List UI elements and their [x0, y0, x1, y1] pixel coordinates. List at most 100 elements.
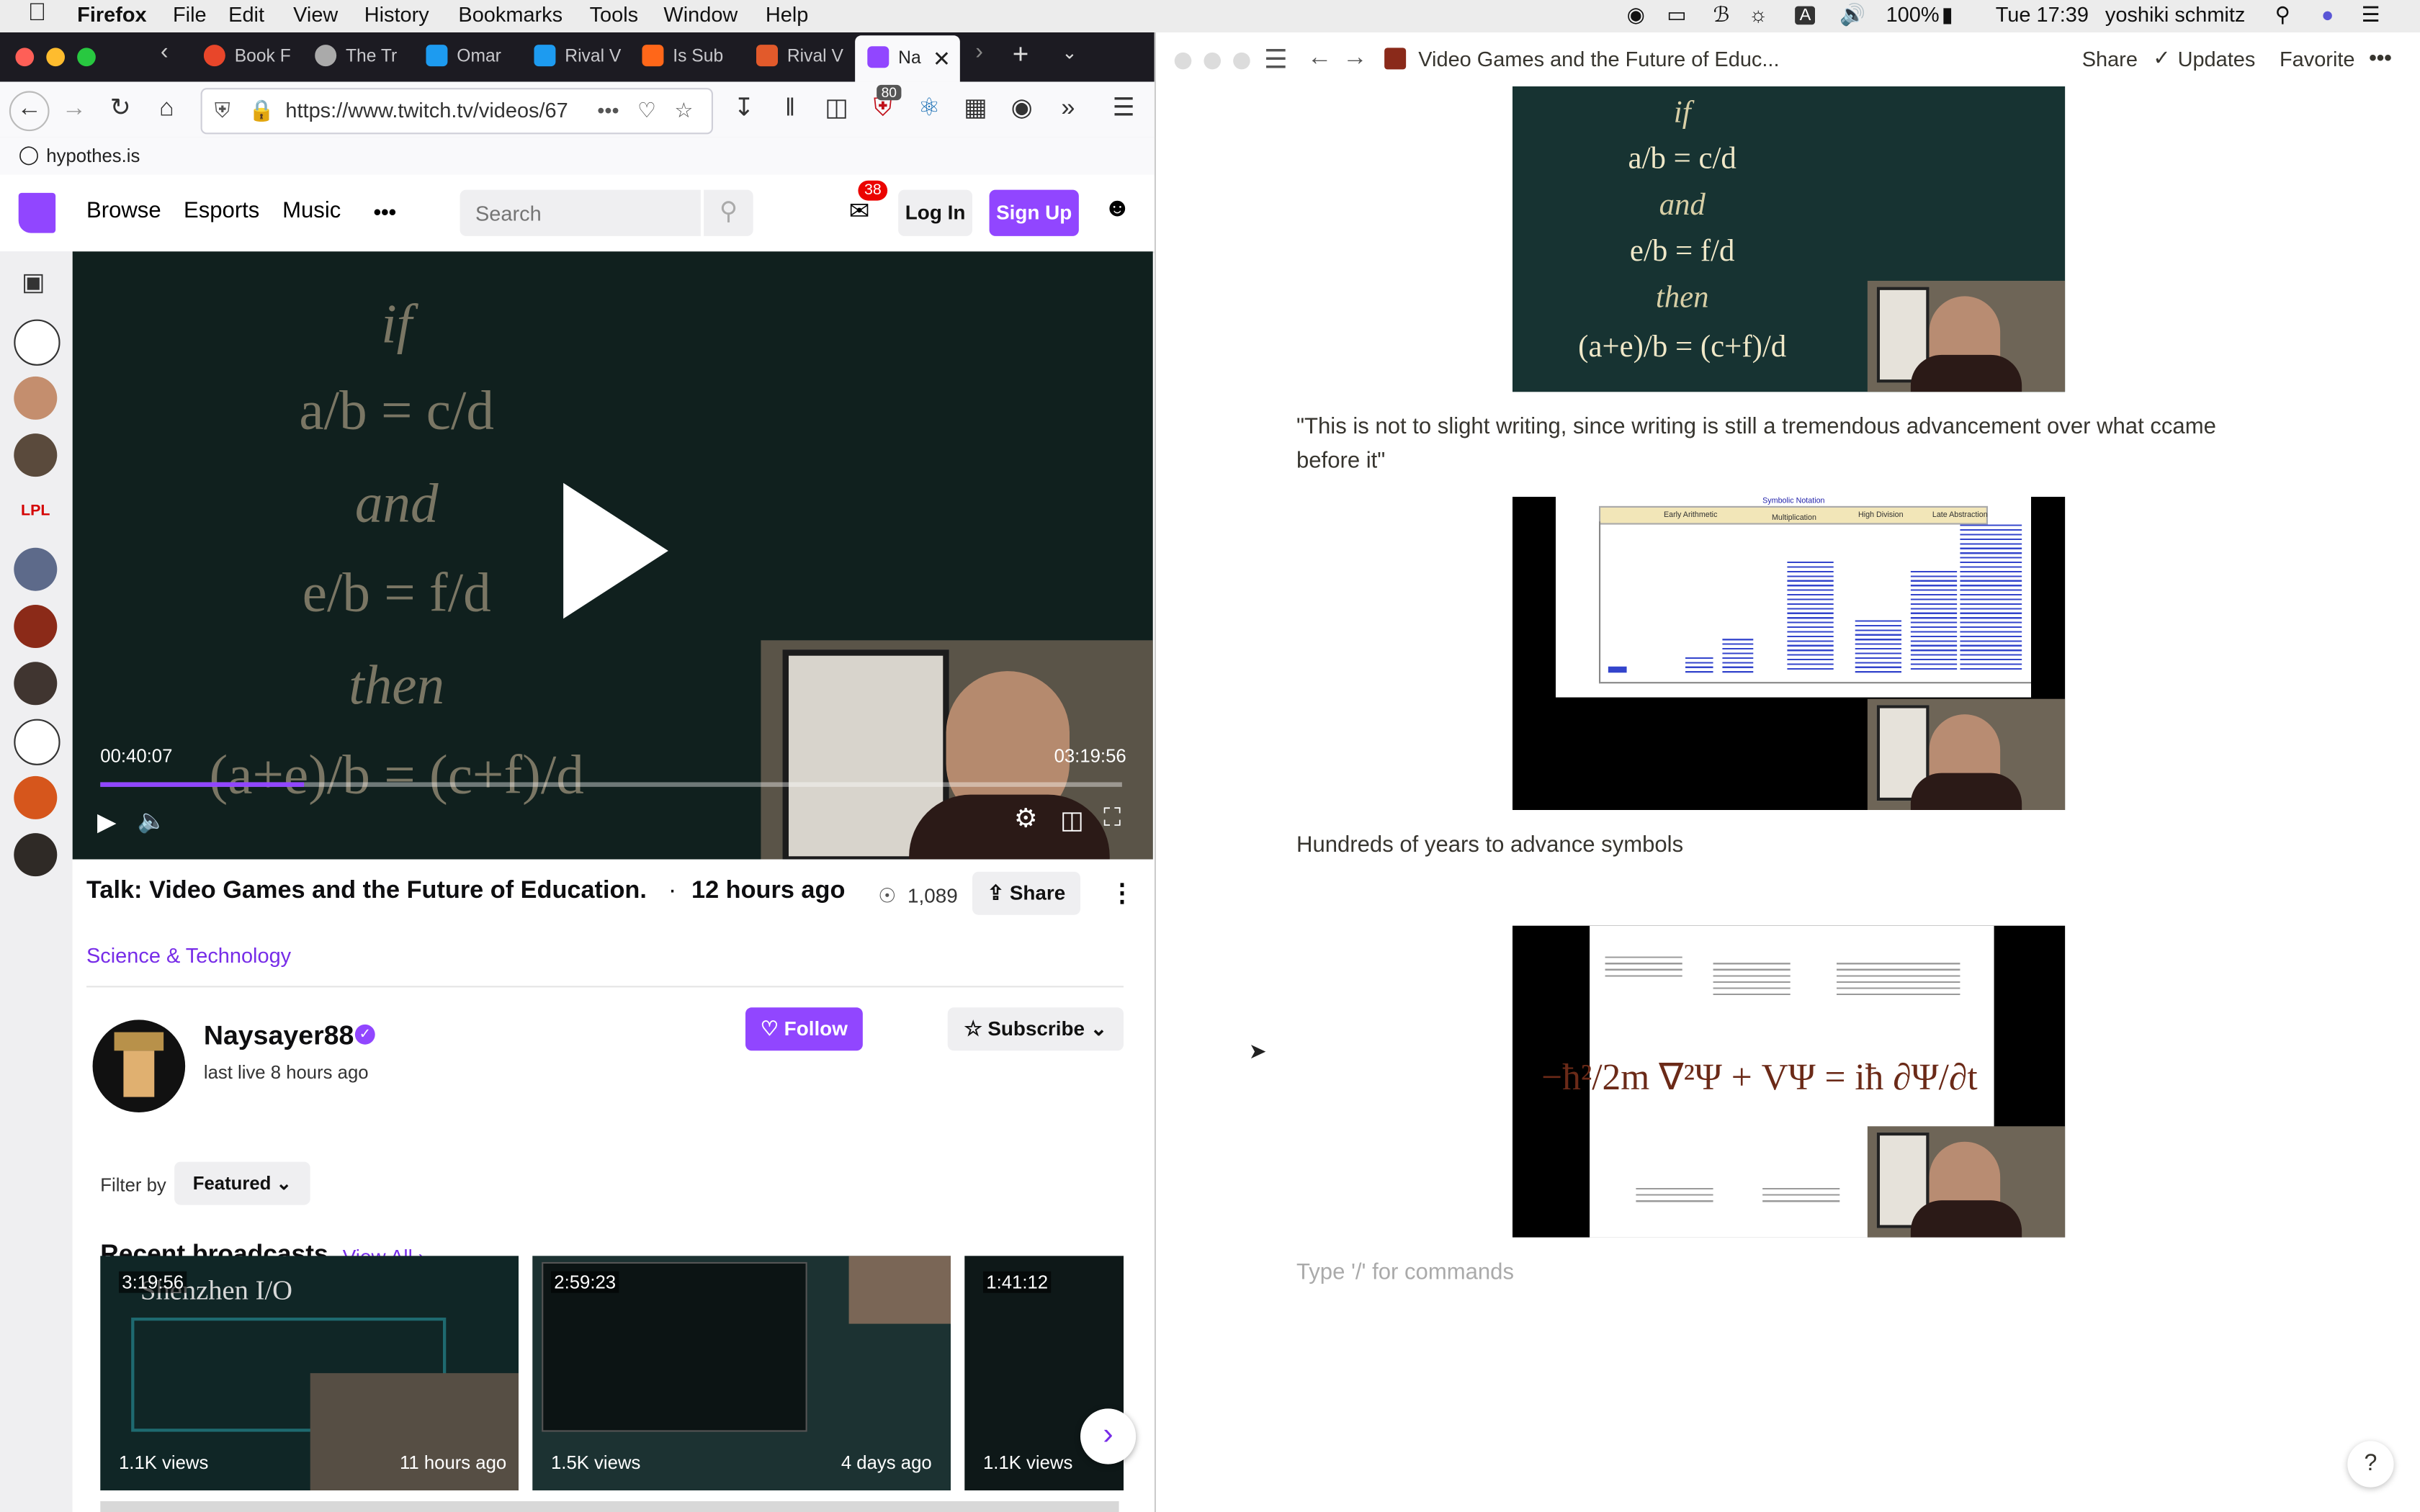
tab-omar[interactable]: Omar	[426, 39, 519, 76]
screen-icon[interactable]: ▭	[1667, 3, 1686, 27]
reload-icon[interactable]: ↻	[102, 91, 138, 127]
overflow-chevron-icon[interactable]: »	[1049, 91, 1086, 127]
menu-bookmarks[interactable]: Bookmarks	[458, 3, 563, 26]
download-icon[interactable]: ↧	[725, 91, 762, 127]
battery-percent[interactable]: 100%	[1886, 3, 1940, 26]
more-options-icon[interactable]: •••	[2369, 45, 2392, 69]
minimize-window-button[interactable]	[1204, 52, 1221, 70]
forward-icon[interactable]: →	[1343, 45, 1367, 73]
image-slide-symbol-timeline[interactable]: Symbolic Notation Early Arithmetic Multi…	[1512, 497, 2066, 810]
zoom-window-button[interactable]	[1233, 52, 1250, 70]
channel-avatar-5[interactable]	[14, 547, 58, 591]
search-input[interactable]	[460, 189, 701, 236]
apple-icon[interactable]: 	[28, 0, 47, 28]
menu-tools[interactable]: Tools	[590, 3, 639, 26]
clock[interactable]: Tue 17:39	[1996, 3, 2089, 26]
channel-avatar-1[interactable]	[14, 319, 60, 366]
image-slide-schrodinger[interactable]: −ħ²/2m ∇²Ψ + VΨ = iħ ∂Ψ/∂t	[1512, 925, 2066, 1238]
page-actions-icon[interactable]: •••	[597, 89, 619, 132]
channel-avatar[interactable]	[92, 1020, 186, 1112]
forward-icon[interactable]: →	[55, 91, 92, 127]
volume-icon[interactable]: 🔊	[1839, 3, 1865, 27]
extensions-grid-icon[interactable]: ▦	[957, 91, 994, 127]
user-icon[interactable]: ☻	[1103, 193, 1131, 224]
help-button[interactable]: ?	[2347, 1441, 2394, 1488]
share-button[interactable]: ⇪ Share	[972, 871, 1080, 915]
back-icon[interactable]: ←	[9, 91, 50, 132]
user-name[interactable]: yoshiki schmitz	[2105, 3, 2246, 26]
channel-avatar-2[interactable]	[14, 376, 58, 420]
nav-more-icon[interactable]: •••	[374, 199, 397, 223]
play-icon[interactable]: ▶	[97, 807, 116, 838]
channel-avatar-6[interactable]	[14, 605, 58, 648]
tab-twitch-active[interactable]: Na ✕	[855, 35, 960, 82]
page-title[interactable]: Video Games and the Future of Educ...	[1418, 48, 1779, 71]
close-window-button[interactable]	[1174, 52, 1192, 70]
wifi-icon[interactable]: ☼	[1749, 3, 1768, 26]
menu-history[interactable]: History	[364, 3, 429, 26]
inbox-icon[interactable]: ✉	[849, 196, 870, 227]
video-player[interactable]: if a/b = c/d and e/b = f/d then (a+e)/b …	[72, 251, 1153, 860]
control-center-icon[interactable]: ☰	[2362, 3, 2380, 27]
menu-edit[interactable]: Edit	[228, 3, 264, 26]
camera-icon[interactable]: ◉	[1627, 3, 1645, 27]
home-icon[interactable]: ⌂	[148, 91, 185, 127]
url-bar[interactable]: ⛨ 🔒 https://www.twitch.tv/videos/67 ••• …	[200, 88, 713, 135]
category-link[interactable]: Science & Technology	[86, 944, 291, 967]
empty-block-placeholder[interactable]: Type '/' for commands	[1296, 1256, 1514, 1290]
minimize-window-button[interactable]	[46, 48, 65, 67]
channel-avatar-lpl[interactable]: LPL	[14, 490, 58, 534]
seek-bar[interactable]	[100, 782, 1122, 787]
nav-browse[interactable]: Browse	[86, 199, 161, 223]
caption-text[interactable]: Hundreds of years to advance symbols	[1296, 829, 1683, 863]
tab-rival-2[interactable]: Rival V	[756, 39, 849, 76]
broadcast-thumbnail-2[interactable]: 2:59:23 1.5K views 4 days ago	[532, 1256, 951, 1490]
close-tab-icon[interactable]: ✕	[933, 35, 951, 81]
tabs-scroll-left-icon[interactable]: ‹	[161, 39, 169, 65]
video-camera-icon[interactable]: ▣	[22, 267, 45, 298]
tab-rival-1[interactable]: Rival V	[534, 39, 627, 76]
image-slide-equations[interactable]: if a/b = c/d and e/b = f/d then (a+e)/b …	[1512, 86, 2066, 392]
theatre-mode-icon[interactable]: ◫	[1060, 806, 1083, 837]
back-icon[interactable]: ←	[1307, 45, 1332, 73]
account-icon[interactable]: ◉	[1003, 91, 1040, 127]
video-more-options-icon[interactable]: ⋮	[1110, 878, 1134, 909]
menu-view[interactable]: View	[293, 3, 338, 26]
library-icon[interactable]: ‖	[771, 91, 808, 127]
favorite-button[interactable]: Favorite	[2280, 48, 2355, 71]
sidebar-icon[interactable]: ◫	[818, 91, 855, 127]
channel-avatar-7[interactable]	[14, 662, 58, 706]
tab-is-sub[interactable]: Is Sub	[642, 39, 735, 76]
spotlight-icon[interactable]: ⚲	[2275, 3, 2290, 27]
url-text[interactable]: https://www.twitch.tv/videos/67	[285, 89, 594, 132]
carousel-next-icon[interactable]: ›	[1080, 1408, 1137, 1464]
login-button[interactable]: Log In	[898, 189, 972, 236]
tab-book[interactable]: Book F	[203, 39, 297, 76]
nav-esports[interactable]: Esports	[184, 199, 259, 223]
settings-gear-icon[interactable]: ⚙	[1014, 804, 1038, 834]
menu-window[interactable]: Window	[663, 3, 738, 26]
channel-name[interactable]: Naysayer88	[204, 1020, 354, 1052]
search-icon[interactable]: ⚲	[704, 189, 753, 236]
tab-the-tr[interactable]: The Tr	[315, 39, 411, 76]
battery-icon[interactable]: ▮	[1942, 3, 1953, 27]
channel-avatar-9[interactable]	[14, 775, 58, 819]
channel-avatar-3[interactable]	[14, 433, 58, 477]
input-source-icon[interactable]: A	[1795, 6, 1816, 25]
channel-avatar-8[interactable]	[14, 719, 60, 765]
hamburger-menu-icon[interactable]: ☰	[1105, 91, 1142, 127]
new-tab-icon[interactable]: +	[1013, 39, 1029, 71]
menu-help[interactable]: Help	[766, 3, 808, 26]
siri-icon[interactable]: ●	[2321, 3, 2334, 26]
filter-dropdown[interactable]: Featured ⌄	[174, 1161, 310, 1205]
nav-music[interactable]: Music	[282, 199, 341, 223]
big-play-icon[interactable]	[563, 482, 668, 619]
menu-app-firefox[interactable]: Firefox	[77, 3, 146, 26]
subscribe-button[interactable]: ☆ Subscribe ⌄	[947, 1007, 1124, 1051]
broadcast-thumbnail-1[interactable]: Shenzhen I/O 3:19:56 1.1K views 11 hours…	[100, 1256, 519, 1490]
follow-button[interactable]: ♡ Follow	[745, 1007, 863, 1051]
bluetooth-icon[interactable]: ℬ	[1713, 3, 1730, 27]
tab-list-chevron-icon[interactable]: ⌄	[1062, 42, 1077, 63]
react-devtools-icon[interactable]: ⚛	[910, 91, 947, 127]
tabs-scroll-right-icon[interactable]: ›	[975, 39, 983, 65]
